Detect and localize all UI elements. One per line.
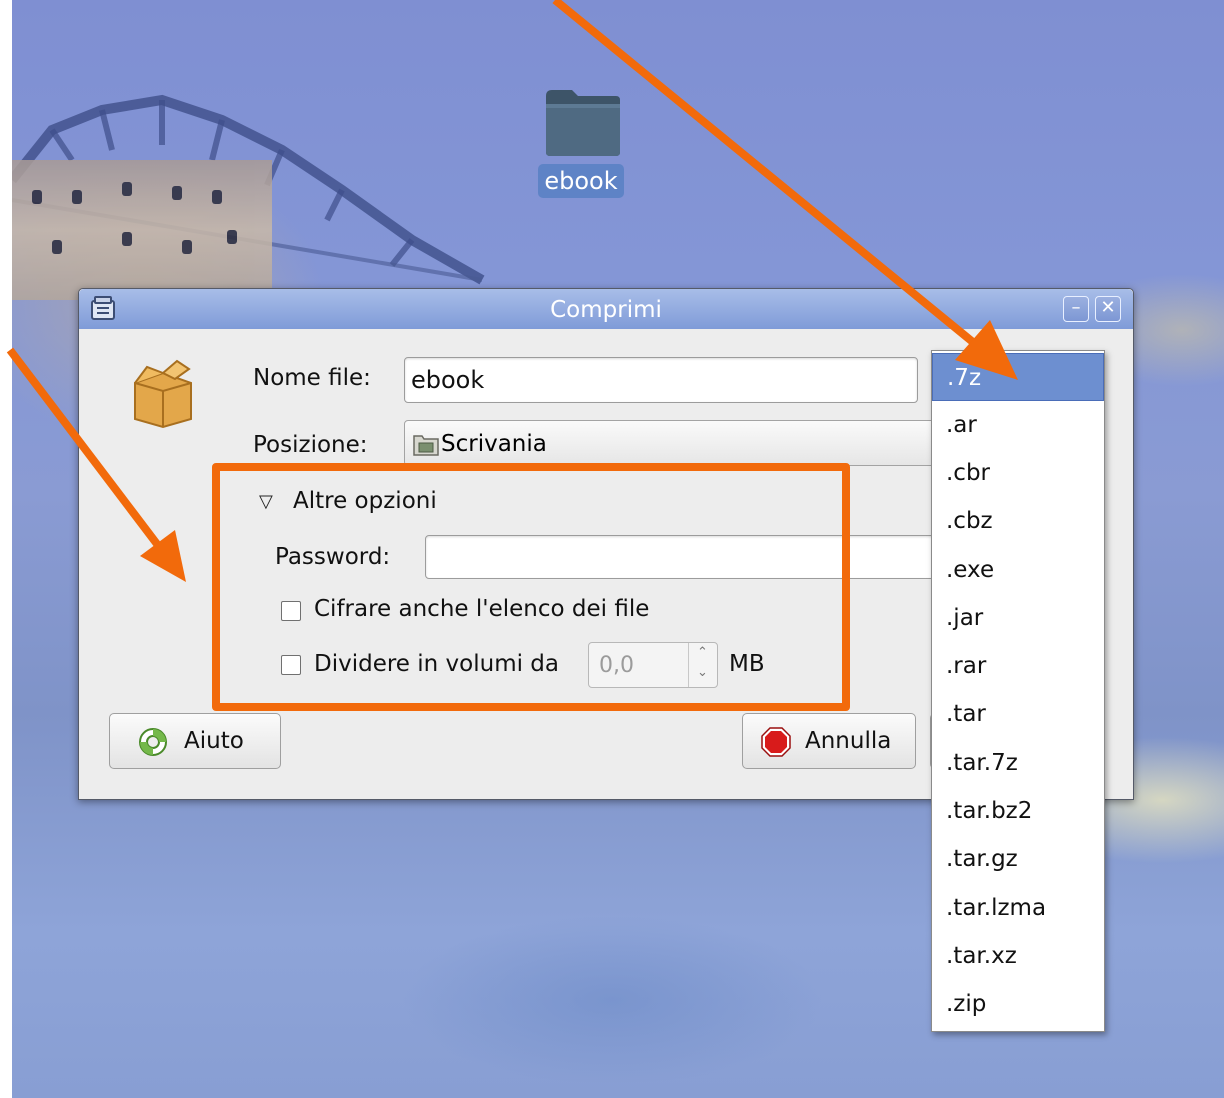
extension-dropdown-menu[interactable]: .7z .ar .cbr .cbz .exe .jar .rar .tar .t… — [931, 350, 1105, 1032]
extension-option[interactable]: .tar.bz2 — [932, 787, 1104, 835]
extension-option[interactable]: .jar — [932, 594, 1104, 642]
package-icon — [134, 359, 192, 429]
extension-option[interactable]: .tar.gz — [932, 835, 1104, 883]
close-button[interactable]: ✕ — [1095, 296, 1121, 322]
help-button[interactable]: Aiuto — [109, 713, 281, 769]
extension-option[interactable]: .zip — [932, 980, 1104, 1028]
extension-option[interactable]: .tar.xz — [932, 932, 1104, 980]
minimize-icon: – — [1071, 297, 1081, 318]
lifebuoy-icon — [139, 728, 167, 756]
extension-option[interactable]: .cbz — [932, 497, 1104, 545]
extension-option[interactable]: .ar — [932, 401, 1104, 449]
location-combo[interactable]: Scrivania — [404, 420, 944, 466]
dialog-title: Comprimi — [550, 297, 662, 323]
options-highlight-box — [212, 463, 850, 711]
extension-option[interactable]: .tar.lzma — [932, 884, 1104, 932]
extension-option[interactable]: .exe — [932, 546, 1104, 594]
folder-label: ebook — [538, 164, 624, 198]
title-bar[interactable]: Comprimi – ✕ — [79, 289, 1133, 329]
minimize-button[interactable]: – — [1063, 296, 1089, 322]
extension-option[interactable]: .cbr — [932, 449, 1104, 497]
help-label: Aiuto — [184, 728, 244, 754]
extension-option[interactable]: .7z — [932, 353, 1104, 401]
extension-option[interactable]: .rar — [932, 642, 1104, 690]
desktop-folder-icon — [413, 435, 439, 456]
cancel-button[interactable]: Annulla — [742, 713, 916, 769]
extension-option[interactable]: .tar.7z — [932, 739, 1104, 787]
extension-option[interactable]: .tar — [932, 690, 1104, 738]
stop-icon — [761, 727, 791, 757]
location-value: Scrivania — [441, 431, 547, 457]
close-icon: ✕ — [1100, 297, 1116, 318]
building-wallpaper-detail — [12, 160, 272, 300]
desktop-folder-ebook[interactable]: ebook — [526, 82, 636, 202]
folder-icon — [546, 90, 620, 156]
location-label: Posizione: — [253, 432, 368, 458]
cancel-label: Annulla — [805, 728, 892, 754]
filename-label: Nome file: — [253, 365, 371, 391]
filename-input[interactable]: ebook — [404, 357, 918, 403]
